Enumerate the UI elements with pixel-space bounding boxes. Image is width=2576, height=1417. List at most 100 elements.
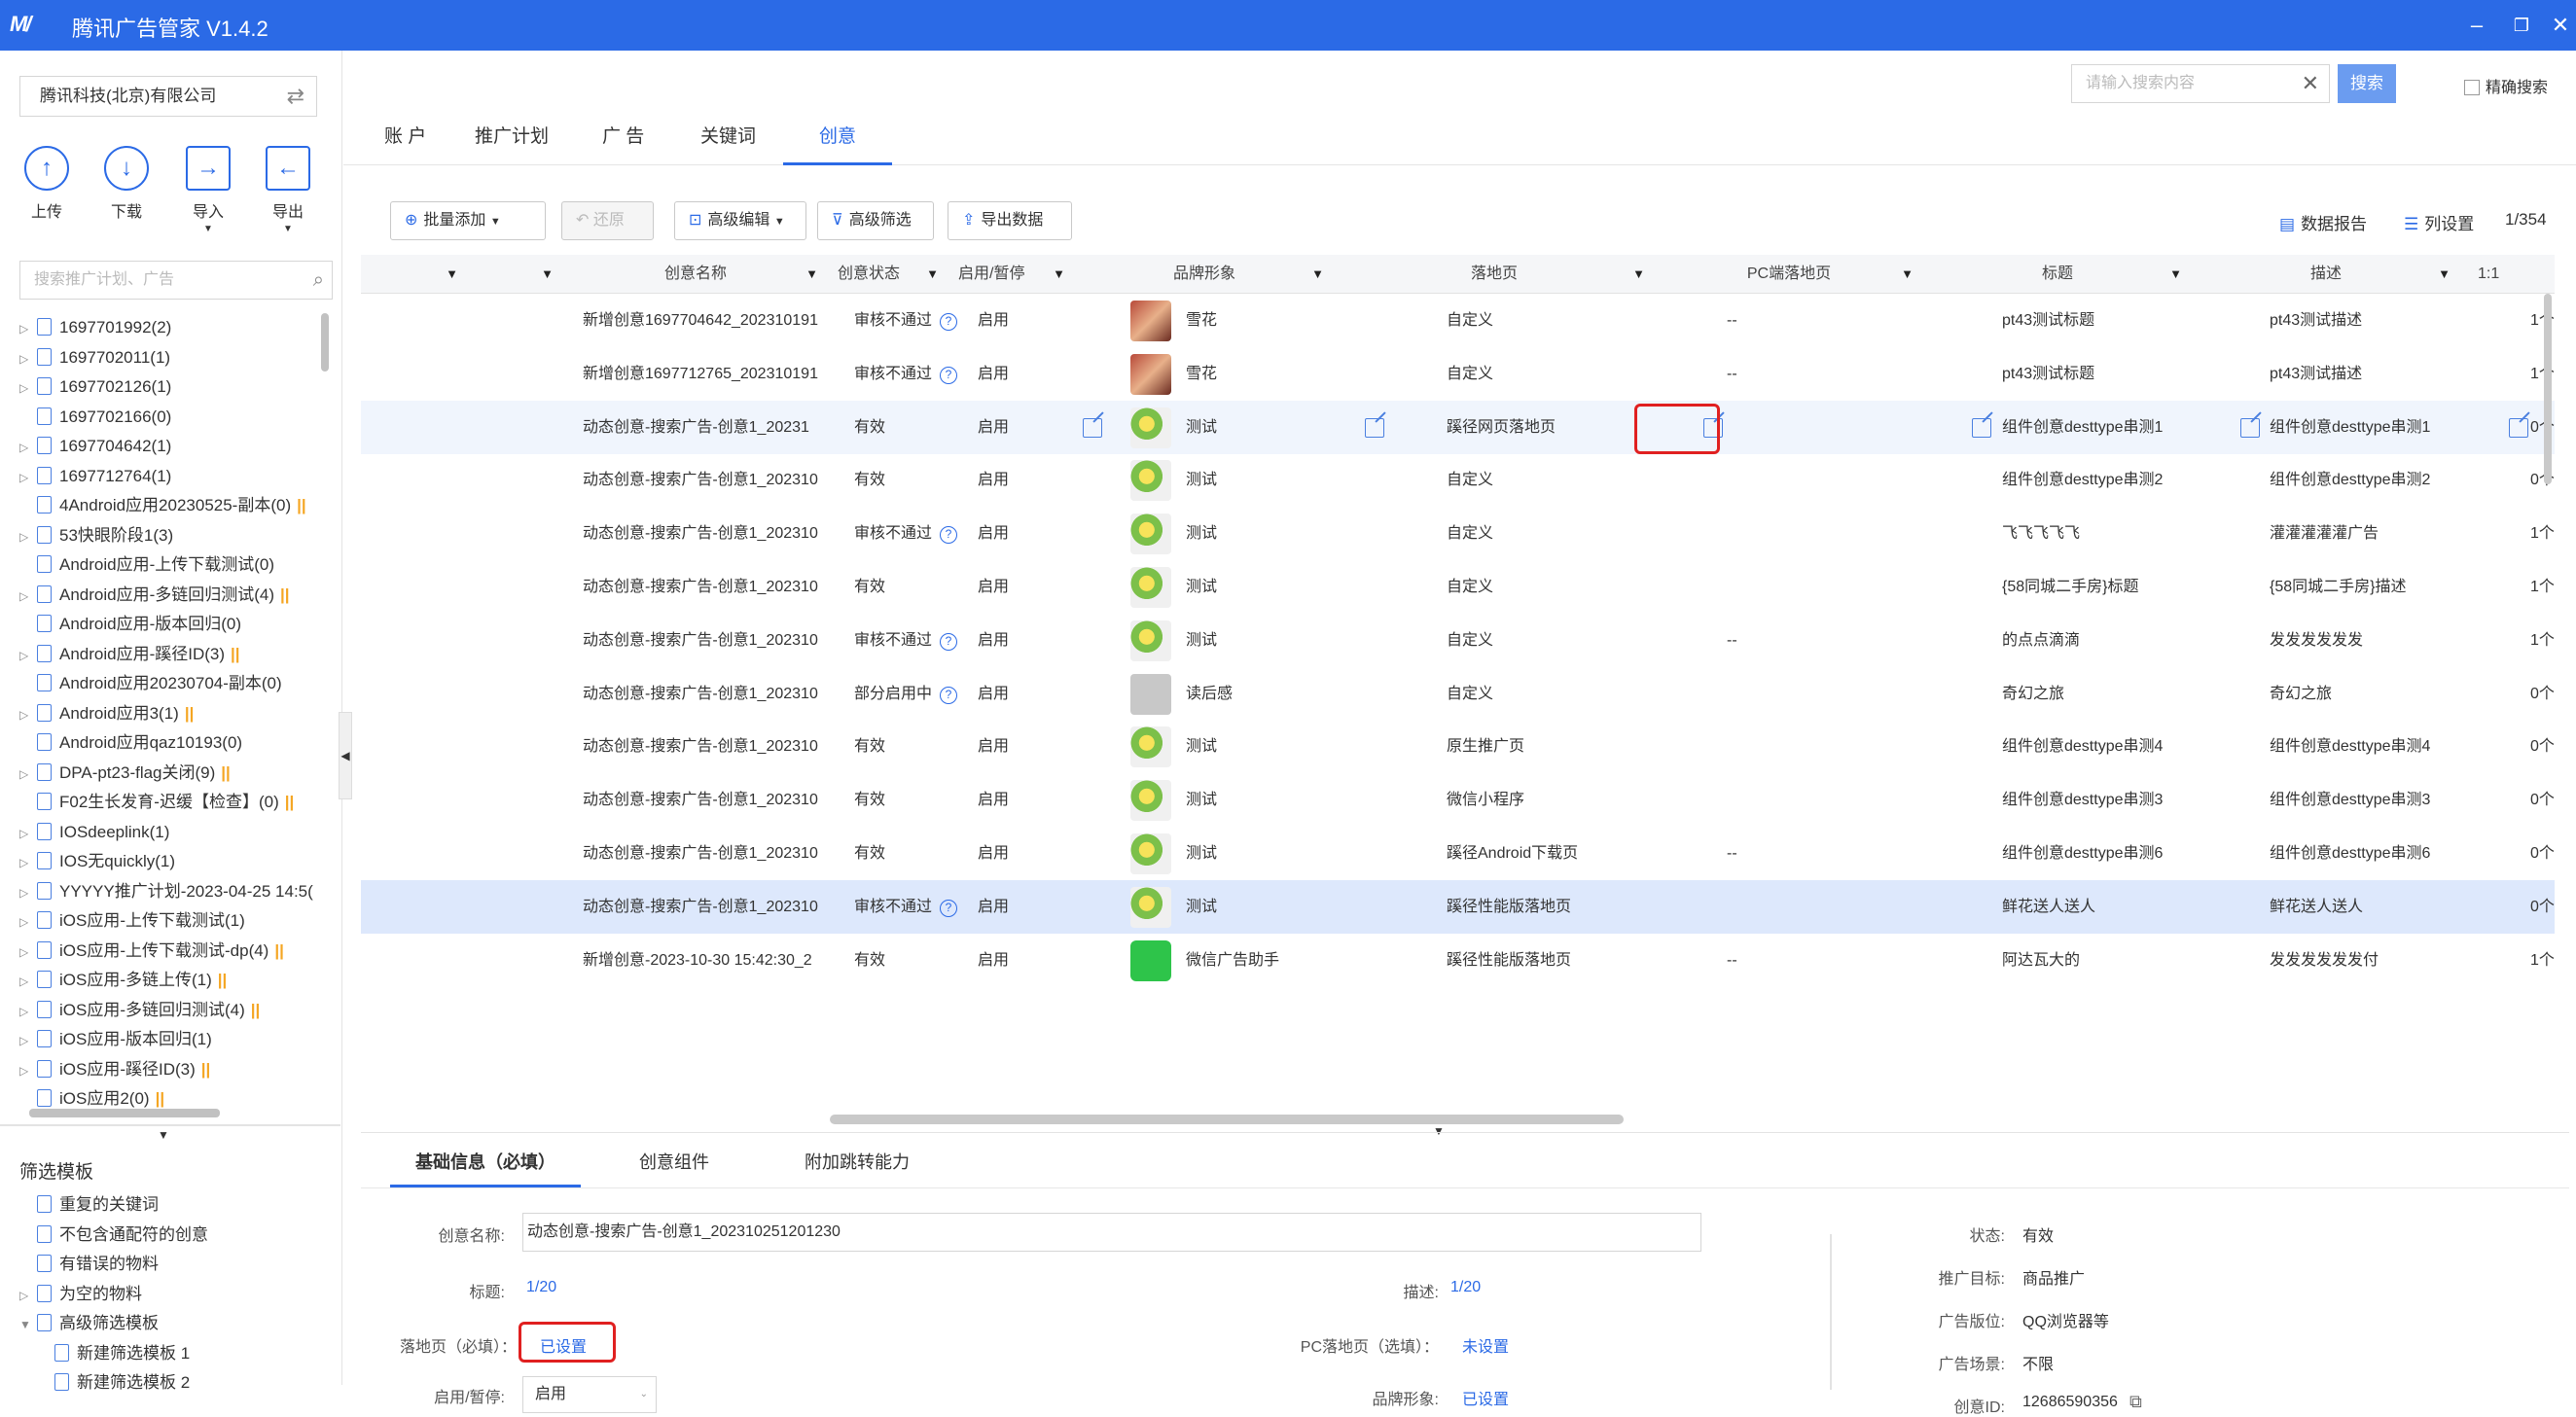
column-settings-button[interactable]: ☰ 列设置: [2404, 210, 2474, 234]
table-row[interactable]: 动态创意-搜索广告-创意1_202310 有效 启用 测试 自定义 组件创意desttyp…: [361, 453, 2555, 507]
upload-button[interactable]: ↑ 上传: [18, 146, 76, 222]
table-row[interactable]: 动态创意-搜索广告-创意1_202310 审核不通过? 启用 测试 自定义 飞飞飞飞飞 灌灌…: [361, 507, 2555, 560]
help-icon[interactable]: ?: [940, 632, 958, 651]
table-row[interactable]: 动态创意-搜索广告-创意1_202310 部分启用中? 启用 读后感 自定义 奇幻之旅 奇幻…: [361, 667, 2555, 721]
tree-search-input[interactable]: 搜索推广计划、广告 ⌕: [19, 261, 333, 300]
chevron-down-icon[interactable]: ▼: [446, 255, 458, 294]
tree-item[interactable]: ▷ iOS应用-版本回归(1): [19, 1025, 331, 1055]
expand-arrow-icon[interactable]: ▷: [19, 463, 37, 492]
help-icon[interactable]: ?: [940, 313, 958, 331]
brand-value-link[interactable]: 已设置: [1462, 1386, 1509, 1409]
expand-arrow-icon[interactable]: ▷: [19, 938, 37, 967]
download-button[interactable]: ↓ 下载: [97, 146, 156, 222]
advanced-edit-button[interactable]: ⊡ 高级编辑 ▼: [674, 201, 806, 240]
tree-item[interactable]: ▷ 1697704642(1): [19, 432, 331, 462]
batch-add-button[interactable]: ⊕ 批量添加 ▼: [390, 201, 546, 240]
help-icon[interactable]: ?: [940, 686, 958, 704]
column-header-pc-landing[interactable]: PC端落地页 ▼: [1655, 255, 1923, 294]
tree-item[interactable]: Android应用20230704-副本(0): [19, 669, 331, 699]
table-row[interactable]: 动态创意-搜索广告-创意1_202310 有效 启用 测试 蹊径Android下载页 --…: [361, 827, 2555, 880]
filter-template-item[interactable]: 重复的关键词: [19, 1190, 331, 1221]
help-icon[interactable]: ?: [940, 366, 958, 384]
tab-creative[interactable]: 创意: [783, 113, 892, 165]
column-header-status[interactable]: 创意状态 ▼: [828, 255, 948, 294]
tree-item[interactable]: Android应用-版本回归(0): [19, 610, 331, 640]
advanced-filter-button[interactable]: ⊽ 高级筛选: [817, 201, 934, 240]
panel-tab-jump[interactable]: 附加跳转能力: [805, 1141, 910, 1187]
expand-arrow-icon[interactable]: ▷: [19, 582, 37, 611]
filter-template-item[interactable]: ▷ 为空的物料: [19, 1280, 331, 1310]
switch-icon[interactable]: ⇄: [287, 77, 304, 116]
table-row[interactable]: 动态创意-搜索广告-创意1_20231 有效 启用 测试 蹊径网页落地页 组件创意dest…: [361, 400, 2555, 454]
table-row[interactable]: 动态创意-搜索广告-创意1_202310 有效 启用 测试 自定义 {58同城二手房}标题…: [361, 560, 2555, 614]
tree-item[interactable]: ▷ 1697712764(1): [19, 462, 331, 492]
global-search-input[interactable]: 请输入搜索内容 ✕: [2071, 64, 2330, 103]
tree-item[interactable]: ▷ iOS应用-蹊径ID(3) ||: [19, 1055, 331, 1085]
title-count[interactable]: 1/20: [526, 1279, 556, 1296]
table-row[interactable]: 动态创意-搜索广告-创意1_202310 审核不通过? 启用 测试 自定义 -- 的点点滴滴…: [361, 614, 2555, 667]
tree-item[interactable]: ▷ DPA-pt23-flag关闭(9) ||: [19, 759, 331, 789]
filter-template-item[interactable]: 不包含通配符的创意: [19, 1221, 331, 1251]
minimize-button[interactable]: –: [2457, 10, 2496, 41]
chevron-down-icon[interactable]: ▼: [805, 255, 818, 294]
expand-arrow-icon[interactable]: ▷: [19, 1281, 37, 1310]
tree-item[interactable]: ▷ iOS应用-上传下载测试(1): [19, 906, 331, 937]
column-header-blank[interactable]: ▼: [468, 255, 563, 294]
chevron-down-icon[interactable]: ▼: [541, 255, 554, 294]
expand-arrow-icon[interactable]: ▷: [19, 997, 37, 1026]
tree-item[interactable]: ▷ iOS应用-上传下载测试-dp(4) ||: [19, 937, 331, 967]
tree-item[interactable]: ▷ 1697702011(1): [19, 343, 331, 373]
expand-arrow-icon[interactable]: ▷: [19, 700, 37, 729]
expand-arrow-icon[interactable]: ▷: [19, 878, 37, 907]
expand-arrow-icon[interactable]: ▷: [19, 760, 37, 789]
tree-item[interactable]: ▷ Android应用-多链回归测试(4) ||: [19, 581, 331, 611]
panel-tab-basic[interactable]: 基础信息（必填）: [390, 1141, 581, 1187]
tree-item[interactable]: ▷ 53快眼阶段1(3): [19, 521, 331, 551]
export-button[interactable]: ← 导出 ▼: [259, 146, 317, 234]
column-header-brand[interactable]: 品牌形象 ▼: [1075, 255, 1334, 294]
import-button[interactable]: → 导入 ▼: [179, 146, 237, 234]
expand-arrow-icon[interactable]: ▷: [19, 1056, 37, 1085]
expand-arrow-icon[interactable]: ▷: [19, 344, 37, 373]
expand-arrow-icon[interactable]: ▷: [19, 1026, 37, 1055]
tree-item[interactable]: ▷ 1697701992(2): [19, 313, 331, 343]
tree-horizontal-scrollbar[interactable]: [29, 1109, 220, 1117]
table-row[interactable]: 动态创意-搜索广告-创意1_202310 有效 启用 测试 微信小程序 组件创意destt…: [361, 773, 2555, 827]
expand-arrow-icon[interactable]: ▷: [19, 522, 37, 551]
expand-arrow-icon[interactable]: ▷: [19, 967, 37, 996]
edit-icon[interactable]: [1083, 417, 1102, 438]
edit-icon[interactable]: [1365, 417, 1384, 438]
column-header-enable[interactable]: 启用/暂停 ▼: [948, 255, 1075, 294]
tree-item[interactable]: ▷ IOS无quickly(1): [19, 847, 331, 877]
clear-icon[interactable]: ✕: [2302, 65, 2319, 102]
column-header-title[interactable]: 标题 ▼: [1923, 255, 2192, 294]
tree-item[interactable]: ▷ IOSdeeplink(1): [19, 818, 331, 848]
close-window-button[interactable]: ✕: [2541, 10, 2576, 41]
table-row[interactable]: 动态创意-搜索广告-创意1_202310 有效 启用 测试 原生推广页 组件创意destt…: [361, 720, 2555, 773]
expand-arrow-icon[interactable]: ▷: [19, 848, 37, 877]
expand-arrow-icon[interactable]: ▷: [19, 641, 37, 670]
expand-arrow-icon[interactable]: ▷: [19, 373, 37, 403]
search-button[interactable]: 搜索: [2338, 64, 2396, 103]
export-data-button[interactable]: ⇪ 导出数据: [948, 201, 1072, 240]
edit-icon[interactable]: [2240, 417, 2260, 438]
expand-arrow-icon[interactable]: ▷: [19, 907, 37, 937]
tree-item[interactable]: ▷ 1697702126(1): [19, 372, 331, 403]
column-header-name[interactable]: 创意名称 ▼: [563, 255, 828, 294]
filter-template-item[interactable]: 新建筛选模板 1: [19, 1339, 331, 1369]
company-selector[interactable]: 腾讯科技(北京)有限公司 ⇄: [19, 76, 317, 117]
tab-keyword[interactable]: 关键词: [700, 113, 756, 165]
creative-name-input[interactable]: 动态创意-搜索广告-创意1_202310251201230: [522, 1213, 1701, 1252]
chevron-down-icon[interactable]: ▼: [1053, 255, 1065, 294]
data-report-button[interactable]: ▤ 数据报告: [2279, 210, 2367, 234]
restore-window-button[interactable]: ❐: [2502, 10, 2541, 41]
tree-item[interactable]: ▷ Android应用-蹊径ID(3) ||: [19, 640, 331, 670]
column-header-desc[interactable]: 描述 ▼: [2192, 255, 2460, 294]
filter-template-item[interactable]: ▼ 高级筛选模板: [19, 1309, 331, 1339]
exact-search-checkbox[interactable]: 精确搜索: [2464, 74, 2548, 97]
chevron-down-icon[interactable]: ▼: [1901, 255, 1914, 294]
filter-template-item[interactable]: 有错误的物料: [19, 1250, 331, 1280]
help-icon[interactable]: ?: [940, 899, 958, 917]
tab-campaign[interactable]: 推广计划: [475, 113, 549, 165]
expand-arrow-icon[interactable]: ▷: [19, 433, 37, 462]
